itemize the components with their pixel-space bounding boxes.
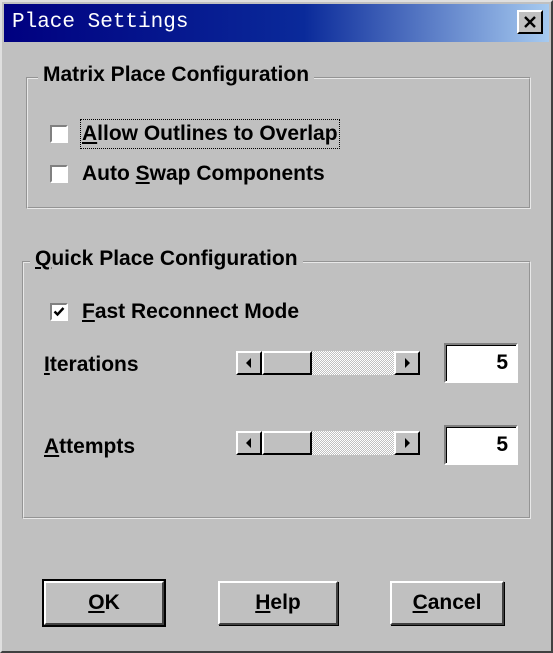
attempts-scroll-left-button[interactable] bbox=[236, 431, 262, 455]
iterations-value-field[interactable]: 5 bbox=[444, 343, 518, 383]
fast-reconnect-mnemonic: F bbox=[82, 300, 95, 323]
arrow-right-icon bbox=[405, 358, 410, 368]
auto-swap-label-prefix: Auto bbox=[82, 162, 136, 185]
allow-outlines-checkbox-box[interactable] bbox=[50, 125, 68, 143]
allow-outlines-mnemonic: A bbox=[82, 122, 98, 145]
ok-label-rest: K bbox=[104, 591, 120, 614]
cancel-label-rest: ancel bbox=[427, 591, 482, 614]
iterations-scroll-right-button[interactable] bbox=[394, 351, 420, 375]
window-title: Place Settings bbox=[12, 11, 189, 34]
iterations-label: Iterations bbox=[44, 352, 139, 378]
arrow-left-icon bbox=[246, 358, 251, 368]
auto-swap-checkbox-box[interactable] bbox=[50, 165, 68, 183]
arrow-left-icon bbox=[246, 438, 251, 448]
quick-place-group: Quick Place Configuration Fast Reconnect… bbox=[22, 246, 531, 519]
auto-swap-label-rest: wap Components bbox=[149, 162, 325, 185]
help-label-rest: elp bbox=[270, 591, 301, 614]
fast-reconnect-label[interactable]: Fast Reconnect Mode bbox=[82, 299, 299, 325]
iterations-scroll-thumb[interactable] bbox=[262, 351, 312, 375]
attempts-scroll-right-button[interactable] bbox=[394, 431, 420, 455]
attempts-value-field[interactable]: 5 bbox=[444, 425, 518, 465]
close-icon bbox=[524, 16, 536, 28]
quick-group-title: Quick Place Configuration bbox=[30, 246, 303, 272]
allow-outlines-label[interactable]: Allow Outlines to Overlap bbox=[80, 119, 340, 149]
close-button[interactable] bbox=[517, 10, 543, 34]
help-button[interactable]: Help bbox=[218, 581, 338, 625]
auto-swap-label[interactable]: Auto Swap Components bbox=[82, 161, 325, 187]
title-bar[interactable]: Place Settings bbox=[4, 4, 549, 42]
quick-group-title-rest: uick Place Configuration bbox=[51, 247, 298, 270]
attempts-label-rest: ttempts bbox=[59, 435, 136, 458]
matrix-place-group: Matrix Place Configuration Allow Outline… bbox=[26, 62, 531, 209]
cancel-mnemonic: C bbox=[412, 591, 428, 614]
checkmark-icon bbox=[53, 307, 65, 317]
iterations-scroll-left-button[interactable] bbox=[236, 351, 262, 375]
fast-reconnect-checkbox-box[interactable] bbox=[50, 303, 68, 321]
place-settings-dialog: Place Settings Matrix Place Configuratio… bbox=[0, 0, 553, 653]
matrix-group-title: Matrix Place Configuration bbox=[38, 62, 315, 88]
help-mnemonic: H bbox=[255, 591, 271, 614]
ok-mnemonic: O bbox=[88, 591, 105, 614]
iterations-scrollbar[interactable] bbox=[236, 351, 420, 375]
fast-reconnect-label-rest: ast Reconnect Mode bbox=[94, 300, 300, 323]
attempts-mnemonic: A bbox=[44, 435, 60, 458]
attempts-scroll-thumb[interactable] bbox=[262, 431, 312, 455]
allow-outlines-label-rest: llow Outlines to Overlap bbox=[97, 122, 338, 145]
auto-swap-mnemonic: S bbox=[135, 162, 150, 185]
ok-button[interactable]: OK bbox=[42, 579, 166, 627]
attempts-label: Attempts bbox=[44, 434, 135, 460]
iterations-label-rest: terations bbox=[49, 353, 139, 376]
arrow-right-icon bbox=[405, 438, 410, 448]
cancel-button[interactable]: Cancel bbox=[390, 581, 504, 625]
attempts-scrollbar[interactable] bbox=[236, 431, 420, 455]
quick-group-mnemonic: Q bbox=[35, 247, 52, 270]
